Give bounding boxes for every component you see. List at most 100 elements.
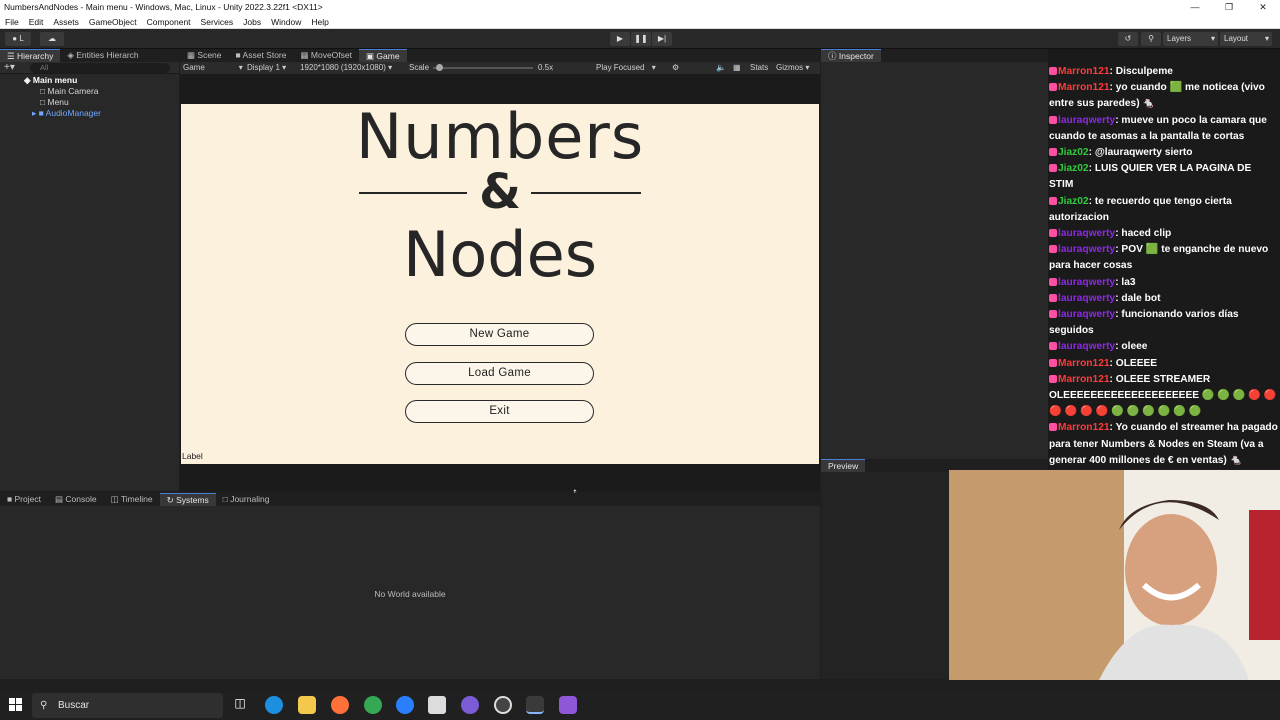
firefox-dev-icon[interactable] (396, 696, 414, 714)
chat-username: lauraqwerty (1058, 227, 1116, 239)
history-button[interactable]: ↺ (1118, 32, 1138, 46)
tab-entities-hierarchy[interactable]: ◈ Entities Hierarch (60, 49, 145, 62)
obs-studio-icon[interactable] (494, 696, 512, 714)
task-view-icon[interactable]: ◫ (231, 696, 249, 714)
taskbar-search-input[interactable]: ⚲ Buscar (32, 693, 223, 718)
visual-studio-icon[interactable] (559, 696, 577, 714)
bug-icon[interactable]: ⚙ (672, 62, 679, 74)
tab-console[interactable]: ▤ Console (48, 493, 104, 506)
chevron-down-icon: ▾ (1210, 34, 1215, 43)
unity-scene-icon: ◈ (24, 75, 33, 85)
unity-hub-icon[interactable] (428, 696, 446, 714)
maximize-icon[interactable]: ❐ (1212, 0, 1246, 15)
layers-dropdown[interactable]: Layers ▾ (1163, 32, 1218, 46)
chat-message: Marron121: OLEEE STREAMER OLEEEEEEEEEEEE… (1048, 372, 1280, 421)
play-button[interactable]: ▶ (610, 32, 630, 46)
chat-badge-icon (1049, 293, 1057, 302)
cloud-icon: ☁ (48, 34, 56, 43)
account-button[interactable]: ● L (5, 32, 31, 46)
game-mode-dropdown[interactable]: Game ▾ (183, 62, 243, 74)
hierarchy-search-input[interactable]: All (30, 63, 170, 73)
menu-jobs[interactable]: Jobs (243, 15, 261, 28)
chat-message: lauraqwerty: la3 (1048, 275, 1280, 291)
unity-editor-icon[interactable] (526, 696, 544, 714)
edge-browser-icon[interactable] (265, 696, 283, 714)
gameobject-icon: □ (40, 97, 48, 107)
tab-hierarchy[interactable]: ☰ Hierarchy (0, 49, 61, 62)
tab-game[interactable]: ▣ Game (359, 49, 407, 62)
scale-slider-thumb[interactable] (436, 64, 443, 71)
add-icon[interactable]: +▾ (4, 62, 15, 73)
empty-world-message: No World available (374, 589, 446, 599)
play-icon: ▶ (616, 34, 624, 43)
new-game-button[interactable]: New Game (405, 323, 594, 346)
chat-text: dale bot (1121, 292, 1161, 304)
play-mode-dropdown[interactable]: Play Focused ▾ (596, 62, 656, 74)
menu-assets[interactable]: Assets (53, 15, 79, 28)
menu-gameobject[interactable]: GameObject (89, 15, 137, 28)
tree-item-main-camera[interactable]: □ Main Camera (40, 86, 99, 96)
scale-slider-track[interactable] (433, 64, 533, 71)
tab-preview[interactable]: Preview (821, 459, 866, 472)
account-initial: L (19, 34, 24, 43)
menu-services[interactable]: Services (201, 15, 234, 28)
hierarchy-panel: ☰ Hierarchy ◈ Entities Hierarch +▾ All ◈… (0, 49, 179, 491)
close-icon[interactable]: ✕ (1246, 0, 1280, 15)
audio-icon[interactable]: 🔈 (716, 62, 726, 74)
stats-grid-icon[interactable]: ▦ (733, 62, 741, 74)
scale-value: 0.5x (538, 63, 554, 72)
menu-file[interactable]: File (5, 15, 19, 28)
chat-username: Marron121 (1058, 373, 1110, 385)
expand-arrow-icon: ▸ (32, 108, 39, 118)
menu-help[interactable]: Help (311, 15, 328, 28)
chrome-icon[interactable] (364, 696, 382, 714)
file-explorer-icon[interactable] (298, 696, 316, 714)
menu-edit[interactable]: Edit (29, 15, 44, 28)
minimize-icon[interactable]: — (1178, 0, 1212, 15)
chat-message: lauraqwerty: funcionando varios días seg… (1048, 307, 1280, 339)
tab-scene[interactable]: ▦ Scene (180, 49, 229, 62)
scale-label: Scale (409, 63, 430, 72)
logo-title-nodes: Nodes (402, 218, 598, 291)
search-button[interactable]: ⚲ (1141, 32, 1161, 46)
tree-item-menu[interactable]: □ Menu (40, 97, 69, 107)
load-game-button[interactable]: Load Game (405, 362, 594, 385)
gizmos-toggle[interactable]: Gizmos ▾ (776, 62, 809, 74)
stream-chat-overlay: Marron121: Disculpeme Marron121: yo cuand… (1048, 49, 1280, 469)
tree-item-audiomanager[interactable]: ▸ ■ AudioManager (32, 108, 101, 119)
stats-toggle[interactable]: Stats (750, 62, 768, 74)
cloud-button[interactable]: ☁ (40, 32, 64, 46)
firefox-icon[interactable] (331, 696, 349, 714)
resolution-label: 1920*1080 (1920x1080) (300, 63, 386, 72)
tab-systems[interactable]: ↻ Systems (159, 493, 216, 506)
tree-item-label: AudioManager (45, 108, 101, 118)
windows-start-icon[interactable] (9, 698, 22, 711)
exit-button[interactable]: Exit (405, 400, 594, 423)
chat-message: Jiaz02: @lauraqwerty sierto (1048, 145, 1280, 161)
chat-username: Jiaz02 (1058, 163, 1089, 175)
resolution-dropdown[interactable]: 1920*1080 (1920x1080) ▾ (300, 62, 392, 74)
obsidian-icon[interactable] (461, 696, 479, 714)
console-icon: ▤ (54, 494, 66, 504)
window-controls: — ❐ ✕ (1178, 0, 1280, 15)
tree-item-main-menu[interactable]: ◈ Main menu (24, 75, 77, 86)
layout-dropdown[interactable]: Layout ▾ (1220, 32, 1272, 46)
folder-icon: ■ (7, 494, 15, 504)
pause-button[interactable]: ❚❚ (631, 32, 651, 46)
tab-project[interactable]: ■ Project (0, 493, 48, 506)
tab-inspector-label: Inspector (838, 51, 874, 61)
tab-inspector[interactable]: ⓘ Inspector (821, 49, 881, 62)
prefab-icon: ■ (38, 108, 46, 118)
tab-timeline[interactable]: ◫ Timeline (104, 493, 160, 506)
step-button[interactable]: ▶| (652, 32, 672, 46)
chat-badge-icon (1049, 66, 1057, 75)
chevron-down-icon: ▾ (282, 63, 287, 72)
timeline-icon: ◫ (110, 494, 121, 504)
tab-journaling[interactable]: □ Journaling (216, 493, 277, 506)
tab-moveofset[interactable]: ▦ MoveOfset (293, 49, 359, 62)
tab-asset-store[interactable]: ■ Asset Store (229, 49, 294, 62)
menu-component[interactable]: Component (147, 15, 191, 28)
menu-window[interactable]: Window (271, 15, 301, 28)
display-dropdown[interactable]: Display 1 ▾ (247, 62, 286, 74)
chat-username: lauraqwerty (1058, 341, 1116, 353)
